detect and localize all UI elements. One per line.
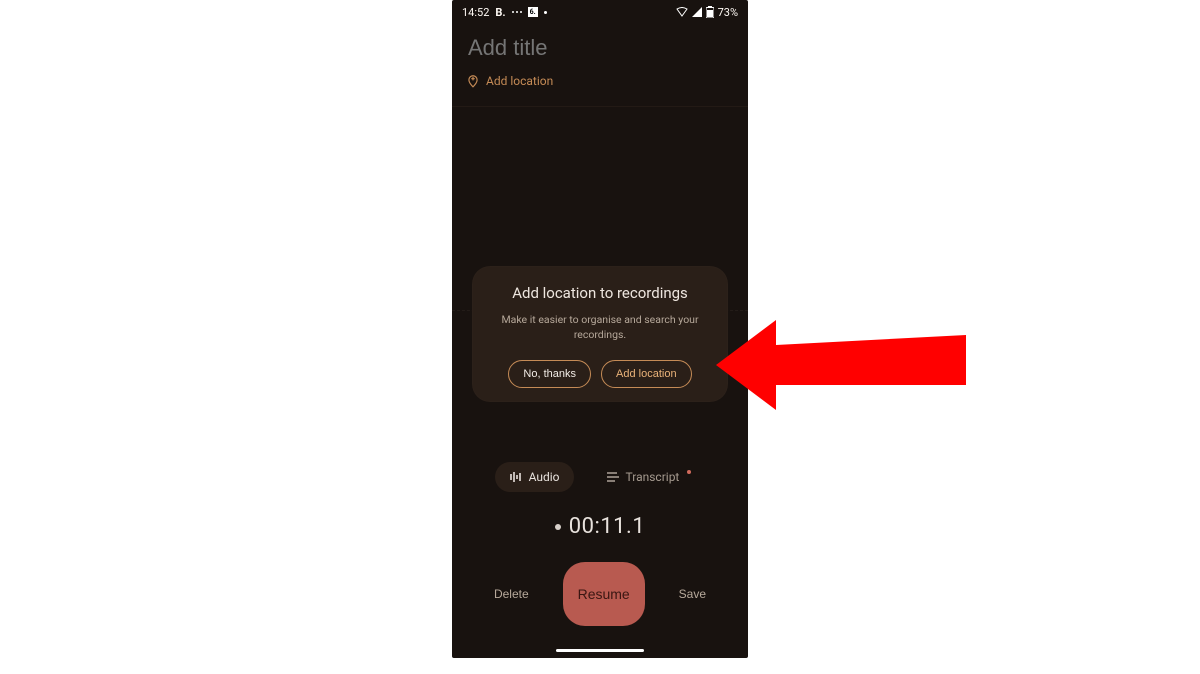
status-indicator-square: 6.	[528, 7, 538, 17]
location-icon	[466, 74, 480, 88]
divider	[452, 106, 748, 107]
status-left: 14:52 B. 6.	[462, 6, 547, 19]
status-right: 73%	[676, 6, 738, 19]
gesture-bar	[556, 649, 644, 652]
title-input[interactable]	[466, 34, 738, 62]
no-thanks-button[interactable]: No, thanks	[508, 360, 591, 388]
tab-audio[interactable]: Audio	[495, 462, 574, 492]
status-indicator-dot	[544, 11, 547, 14]
status-indicator-dots	[512, 11, 522, 13]
status-time: 14:52	[462, 6, 489, 19]
tab-audio-label: Audio	[529, 470, 560, 484]
transcript-icon	[606, 471, 620, 483]
location-prompt-card: Add location to recordings Make it easie…	[472, 266, 728, 402]
timer-display: 00:11.1	[452, 514, 748, 539]
timer-text: 00:11.1	[569, 514, 645, 539]
wifi-icon	[676, 7, 688, 17]
add-location-link[interactable]: Add location	[466, 74, 734, 88]
tab-transcript[interactable]: Transcript	[592, 462, 706, 492]
add-location-label: Add location	[486, 74, 553, 88]
status-bar: 14:52 B. 6. 73%	[452, 0, 748, 24]
phone-screen: 14:52 B. 6. 73% Add location	[452, 0, 748, 658]
transcript-notification-dot	[687, 470, 691, 474]
tab-transcript-label: Transcript	[626, 470, 680, 484]
add-location-button[interactable]: Add location	[601, 360, 692, 388]
card-title: Add location to recordings	[486, 284, 714, 302]
card-actions: No, thanks Add location	[486, 360, 714, 388]
audio-wave-icon	[509, 471, 523, 483]
annotation-arrow	[716, 305, 976, 425]
battery-icon	[706, 6, 714, 18]
bottom-actions: Delete Resume Save	[452, 562, 748, 626]
resume-button[interactable]: Resume	[563, 562, 645, 626]
title-area: Add location	[452, 24, 748, 94]
delete-button[interactable]: Delete	[488, 586, 535, 602]
record-indicator-dot	[555, 524, 561, 530]
view-tabs: Audio Transcript	[452, 462, 748, 492]
card-body: Make it easier to organise and search yo…	[486, 312, 714, 342]
save-button[interactable]: Save	[673, 586, 712, 602]
battery-text: 73%	[718, 6, 738, 19]
status-indicator-b: B.	[495, 6, 505, 19]
signal-icon	[692, 7, 702, 17]
